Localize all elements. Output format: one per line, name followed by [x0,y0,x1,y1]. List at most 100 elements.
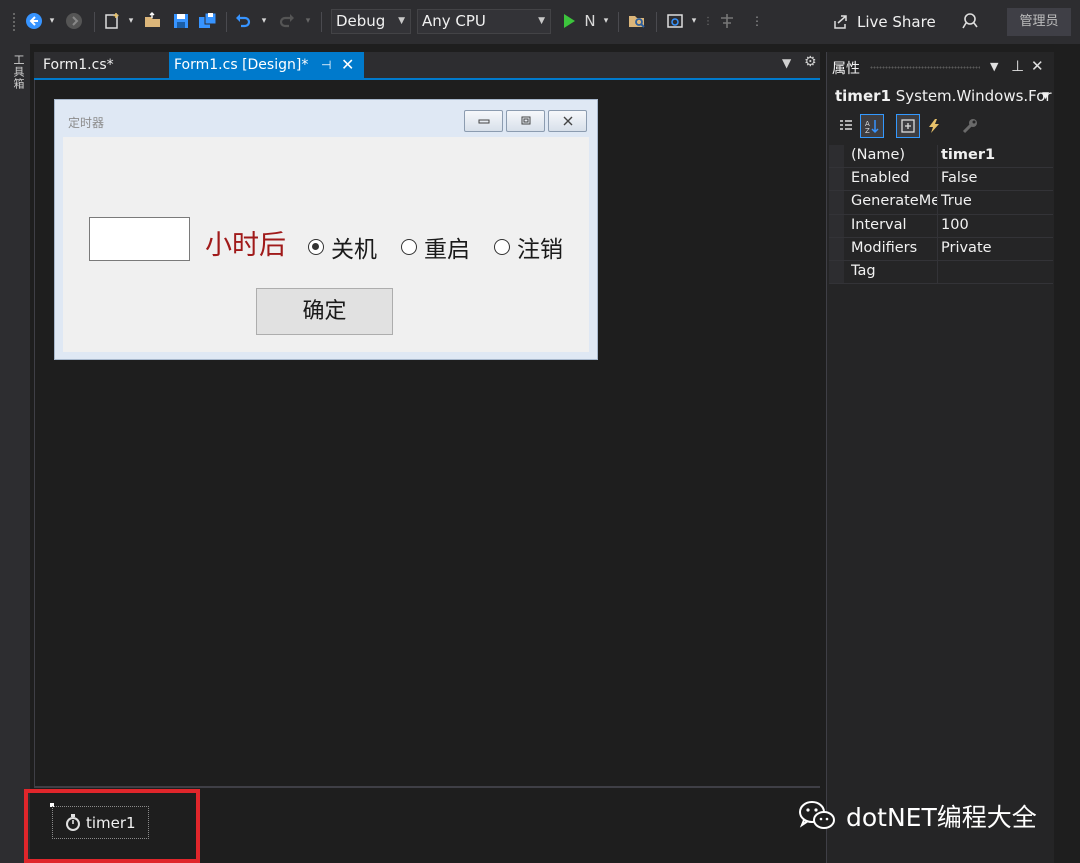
close-tab-icon[interactable]: ✕ [341,52,354,78]
hours-input[interactable] [89,217,190,261]
timer-component[interactable]: timer1 [52,806,149,839]
wechat-logo-icon [799,801,835,829]
row-gutter [829,237,844,260]
radio-restart[interactable]: 重启 [401,230,470,264]
alphabetical-view-icon[interactable]: AZ [860,114,884,138]
designed-form[interactable]: 定时器 小时后 关机 重启 注销 确定 [54,99,598,360]
undo-dropdown-icon[interactable]: ▾ [259,10,269,32]
property-row-name[interactable]: (Name) timer1 [829,145,1053,169]
radio-shutdown[interactable]: 关机 [308,230,377,264]
toolbar-grip[interactable] [12,12,16,32]
save-all-icon[interactable] [196,10,220,32]
events-lightning-icon[interactable] [922,114,946,138]
share-icon [834,15,847,29]
chevron-down-icon: ▼ [1042,91,1049,101]
live-share-button[interactable]: Live Share [832,10,936,34]
svg-text:Z: Z [865,127,870,134]
property-value[interactable]: 100 [941,217,1051,233]
close-icon [563,116,572,126]
row-gutter [829,214,844,237]
pin-panel-icon[interactable]: ⊥ [1011,57,1024,75]
feedback-icon[interactable] [959,10,983,32]
toolbar-separator [321,12,322,32]
new-project-icon[interactable] [101,10,123,32]
property-value[interactable]: Private [941,240,1051,256]
row-gutter [829,168,844,191]
property-row-enabled[interactable]: Enabled False [829,168,1053,192]
ok-button[interactable]: 确定 [256,288,393,335]
navigate-back-icon[interactable] [24,10,44,32]
panel-grip [870,66,980,69]
property-row-tag[interactable]: Tag [829,260,1053,285]
radio-unchecked-icon [401,239,417,255]
tab-list-dropdown-icon[interactable]: ▼ [782,56,791,70]
property-row-modifiers[interactable]: Modifiers Private [829,237,1053,261]
redo-icon[interactable] [276,10,298,32]
property-row-interval[interactable]: Interval 100 [829,214,1053,238]
panel-dropdown-icon[interactable]: ▼ [990,60,998,73]
radio-logoff[interactable]: 注销 [494,230,563,264]
property-pages-wrench-icon[interactable] [958,114,982,138]
toolbar-separator [94,12,95,32]
column-divider [937,191,938,214]
redo-dropdown-icon[interactable]: ▾ [303,10,313,32]
new-dropdown-icon[interactable]: ▾ [126,10,136,32]
property-grid: (Name) timer1 Enabled False GenerateMemb… [829,145,1053,285]
property-name: GenerateMember [851,193,937,210]
property-name: Enabled [851,170,910,187]
property-value[interactable]: False [941,170,1051,186]
configuration-value: Debug [336,12,386,30]
property-row-generatemember[interactable]: GenerateMember True [829,191,1053,215]
toolbar-grip-icon: ⋮ [703,15,713,27]
property-value[interactable]: True [941,193,1051,209]
browser-dropdown-icon[interactable]: ▾ [689,10,699,32]
undo-icon[interactable] [232,10,254,32]
watermark: dotNET编程大全 [798,798,1037,834]
open-file-icon[interactable] [142,10,164,32]
radio-label: 关机 [331,237,377,263]
solution-configuration-select[interactable]: Debug ▼ [331,9,411,34]
start-button-label[interactable]: N [580,10,600,32]
find-in-files-icon[interactable] [625,10,649,32]
maximize-button[interactable] [506,110,545,132]
align-icon[interactable] [716,10,738,32]
minimize-button[interactable] [464,110,503,132]
save-icon[interactable] [170,10,192,32]
platform-value: Any CPU [422,12,486,30]
navigate-forward-icon[interactable] [64,10,84,32]
chevron-down-icon: ▼ [398,16,405,26]
browser-link-icon[interactable] [664,10,686,32]
toolbox-strip [0,44,30,863]
tab-form1-design[interactable]: Form1.cs [Design]* ⊣ ✕ [169,52,364,78]
pin-icon[interactable]: ⊣ [321,52,331,78]
close-panel-icon[interactable]: ✕ [1031,57,1044,75]
chevron-down-icon: ▼ [538,16,545,26]
radio-checked-icon [308,239,324,255]
start-dropdown-icon[interactable]: ▾ [601,10,611,32]
property-name: Tag [851,262,876,279]
object-selector[interactable]: timer1 System.Windows.For ▼ [829,84,1053,108]
radio-unchecked-icon [494,239,510,255]
start-debug-icon[interactable] [561,10,577,32]
toolbar-separator [618,12,619,32]
solution-platform-select[interactable]: Any CPU ▼ [417,9,551,34]
object-name: timer1 [835,87,891,105]
object-type: System.Windows.For [895,87,1052,105]
tab-form1-cs[interactable]: Form1.cs* [35,53,122,78]
maximize-icon [521,116,530,125]
property-value[interactable]: timer1 [941,147,1051,163]
radio-label: 注销 [517,237,563,263]
settings-gear-icon[interactable]: ⚙ [804,54,817,70]
toolbar-separator [656,12,657,32]
watermark-text: dotNET编程大全 [846,803,1037,832]
categorized-view-icon[interactable] [834,114,858,138]
close-button[interactable] [548,110,587,132]
tab-label: Form1.cs [Design]* [174,57,309,73]
form-title: 定时器 [68,116,105,130]
back-dropdown-icon[interactable]: ▾ [47,10,57,32]
toolbox-tab[interactable]: 工具箱 [10,54,26,90]
toolbar-overflow-icon[interactable]: ⋮ [750,10,764,32]
column-divider [937,145,938,168]
properties-view-icon[interactable] [896,114,920,138]
admin-badge: 管理员 [1007,8,1071,36]
